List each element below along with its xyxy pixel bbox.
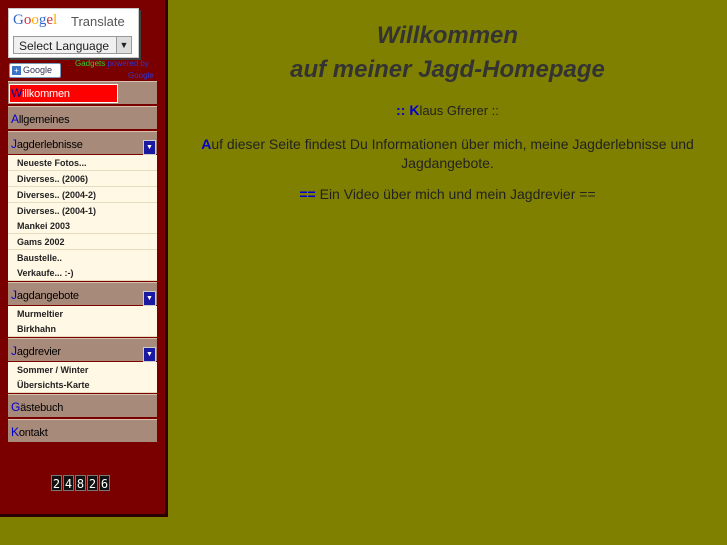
counter-digit: 6: [99, 475, 110, 491]
visitor-counter: 2 4 8 2 6: [51, 475, 110, 491]
submenu-item[interactable]: Neueste Fotos...: [8, 155, 157, 171]
counter-digit: 4: [63, 475, 74, 491]
plus-icon: +: [12, 66, 21, 75]
submenu-item[interactable]: Birkhahn: [8, 321, 157, 337]
menu-item-kontakt[interactable]: Kontakt: [8, 419, 157, 442]
powered-by-google[interactable]: Google: [128, 71, 154, 81]
menu-item-willkommen[interactable]: Willkommen: [8, 81, 157, 104]
submenu-item[interactable]: Diverses.. (2004-1): [8, 203, 157, 219]
counter-digit: 2: [51, 475, 62, 491]
chevron-down-icon[interactable]: ▼: [143, 291, 156, 306]
video-link[interactable]: == Ein Video über mich und mein Jagdrevi…: [168, 186, 727, 202]
language-select[interactable]: Select Language ▼: [13, 36, 132, 54]
chevron-down-icon[interactable]: ▼: [143, 347, 156, 362]
google-logo: Googel: [13, 12, 58, 28]
chevron-down-icon[interactable]: ▼: [116, 37, 131, 53]
page-subtitle: auf meiner Jagd-Homepage: [290, 56, 605, 83]
submenu-item[interactable]: Diverses.. (2004-2): [8, 187, 157, 203]
submenu-item[interactable]: Übersichts-Karte: [8, 377, 157, 393]
author-line: :: Klaus Gfrerer ::: [396, 102, 499, 118]
submenu-item[interactable]: Baustelle..: [8, 250, 157, 266]
counter-digit: 2: [87, 475, 98, 491]
language-select-value: Select Language: [19, 39, 110, 53]
translate-label: Translate: [71, 14, 125, 29]
submenu-item[interactable]: Mankei 2003: [8, 218, 157, 234]
submenu-item[interactable]: Diverses.. (2006): [8, 171, 157, 187]
submenu-item[interactable]: Murmeltier: [8, 306, 157, 322]
intro-text: Auf dieser Seite findest Du Informatione…: [201, 136, 694, 171]
sidebar: Googel Translate Select Language ▼ + Goog…: [0, 0, 168, 517]
gadgets-credit[interactable]: Gadgets powered by Google: [75, 59, 154, 80]
google-translate-widget: Googel Translate Select Language ▼: [8, 8, 139, 58]
submenu-item[interactable]: Gams 2002: [8, 234, 157, 250]
menu-item-jagdrevier[interactable]: Jagdrevier ▼: [8, 338, 157, 362]
page-title: Willkommen: [376, 22, 519, 49]
chevron-down-icon[interactable]: ▼: [143, 140, 156, 155]
add-to-google-button[interactable]: + Google: [9, 63, 61, 78]
google-button-label: Google: [23, 65, 53, 75]
submenu-item[interactable]: Sommer / Winter: [8, 362, 157, 378]
submenu-item[interactable]: Verkaufe... :-): [8, 265, 157, 281]
menu-item-jagdangebote[interactable]: Jagdangebote ▼: [8, 282, 157, 306]
menu-item-allgemeines[interactable]: Allgemeines: [8, 106, 157, 129]
counter-digit: 8: [75, 475, 86, 491]
menu-item-gaestebuch[interactable]: Gästebuch: [8, 394, 157, 417]
gadgets-link[interactable]: Gadgets: [75, 59, 105, 68]
powered-by-text: powered by: [107, 59, 149, 68]
menu-item-jagderlebnisse[interactable]: Jagderlebnisse ▼: [8, 131, 157, 155]
